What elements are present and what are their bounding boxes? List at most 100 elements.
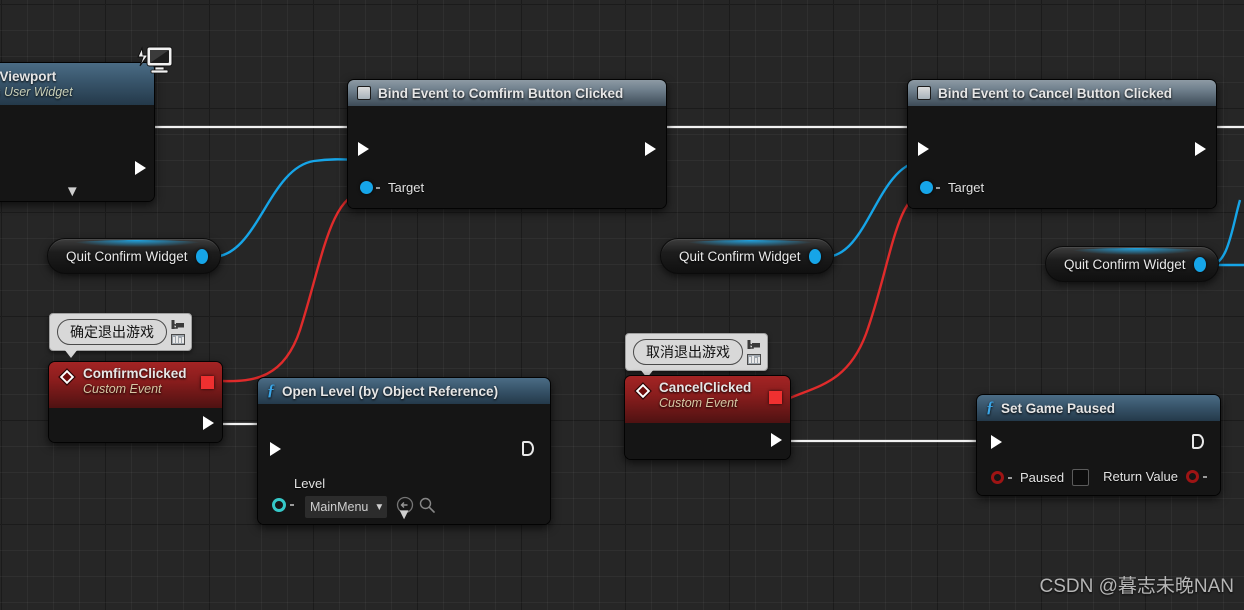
function-f-icon: ƒ: [267, 382, 275, 399]
variable-label: Quit Confirm Widget: [679, 248, 801, 264]
node-header: Bind Event to Cancel Button Clicked: [908, 80, 1216, 106]
node-set-game-paused[interactable]: ƒ Set Game Paused Paused Return Value: [976, 394, 1221, 496]
pin-target-in[interactable]: Target: [360, 180, 424, 195]
pin-exec-in[interactable]: [358, 142, 369, 156]
comment-bubble-icons[interactable]: [171, 319, 185, 345]
chevron-down-icon: ▼: [374, 501, 385, 513]
node-header: ƒ Open Level (by Object Reference): [258, 378, 550, 404]
pin-exec-out[interactable]: [645, 142, 656, 156]
pin-icon: [171, 320, 184, 329]
comment-bubble-icons[interactable]: [747, 339, 761, 365]
node-header: CancelClicked Custom Event: [625, 376, 790, 423]
node-bind-event-confirm[interactable]: Bind Event to Comfirm Button Clicked Tar…: [347, 79, 667, 209]
delegate-pin-icon[interactable]: [769, 391, 782, 404]
variable-label: Quit Confirm Widget: [1064, 256, 1186, 272]
node-add-to-viewport[interactable]: Add to Viewport Target is User Widget Ta…: [0, 62, 155, 202]
exec-arrow-icon: [270, 442, 281, 456]
object-reference-pin-icon: [272, 498, 286, 512]
node-title: Bind Event to Cancel Button Clicked: [938, 85, 1173, 101]
comment-bubble-cancel[interactable]: 取消退出游戏: [625, 333, 768, 378]
pin-nub: [376, 186, 380, 189]
bubble-tail: [64, 349, 78, 358]
object-pin-icon[interactable]: [195, 248, 208, 264]
pin-return-value-out[interactable]: Return Value: [1103, 469, 1207, 484]
pin-level-in[interactable]: [272, 498, 294, 512]
node-header: Add to Viewport Target is User Widget: [0, 63, 154, 105]
comment-text: 确定退出游戏: [57, 319, 167, 345]
exec-arrow-icon: [522, 441, 534, 456]
pin-exec-out[interactable]: [771, 433, 782, 447]
level-dropdown[interactable]: MainMenu ▼: [305, 496, 387, 518]
node-title: Open Level (by Object Reference): [282, 383, 499, 399]
node-title: Bind Event to Comfirm Button Clicked: [378, 85, 624, 101]
pin-level-label: Level: [294, 476, 326, 491]
pin-paused-in[interactable]: Paused: [991, 469, 1090, 486]
comment-toggle-icon: [171, 334, 185, 345]
blueprint-graph-canvas[interactable]: Add to Viewport Target is User Widget Ta…: [0, 0, 1244, 610]
object-pin-icon: [360, 181, 373, 194]
chevron-down-icon[interactable]: ▼: [65, 184, 80, 199]
node-subtitle: Custom Event: [83, 382, 162, 396]
pin-nub: [1203, 475, 1207, 478]
paused-checkbox[interactable]: [1072, 469, 1090, 486]
pin-exec-out[interactable]: [1195, 142, 1206, 156]
comment-text: 取消退出游戏: [633, 339, 743, 365]
boolean-pin-icon: [991, 471, 1004, 484]
boolean-pin-icon: [1186, 470, 1199, 483]
magnifier-icon[interactable]: [418, 496, 436, 514]
pin-exec-out[interactable]: [522, 441, 534, 456]
node-title: Add to Viewport: [0, 69, 57, 84]
pin-label: Return Value: [1103, 469, 1178, 484]
exec-arrow-icon: [203, 416, 214, 430]
pin-exec-in[interactable]: [918, 142, 929, 156]
node-variable-quit-confirm-widget-2[interactable]: Quit Confirm Widget: [660, 238, 834, 274]
watermark: CSDN @暮志未晚NAN: [1039, 576, 1234, 597]
pin-exec-in[interactable]: [270, 442, 281, 456]
pin-label: Paused: [1020, 470, 1065, 485]
pin-icon: [747, 340, 760, 349]
exec-arrow-icon: [135, 161, 146, 175]
bind-event-icon: [917, 86, 931, 100]
pin-target-in[interactable]: Target: [920, 180, 984, 195]
function-f-icon: ƒ: [986, 399, 994, 416]
exec-arrow-icon: [358, 142, 369, 156]
event-diamond-icon: [58, 368, 76, 386]
node-subtitle: Target is User Widget: [0, 85, 73, 99]
chevron-down-icon[interactable]: ▼: [397, 507, 412, 522]
pin-exec-out[interactable]: [1192, 434, 1204, 449]
node-title: ComfirmClicked: [83, 366, 187, 381]
exec-arrow-icon: [1195, 142, 1206, 156]
level-value: MainMenu: [310, 500, 369, 514]
pin-exec-out[interactable]: [135, 161, 146, 175]
comment-toggle-icon: [747, 354, 761, 365]
variable-label: Quit Confirm Widget: [66, 248, 188, 264]
object-pin-icon[interactable]: [808, 248, 821, 264]
node-variable-quit-confirm-widget-3[interactable]: Quit Confirm Widget: [1045, 246, 1219, 282]
node-variable-quit-confirm-widget-1[interactable]: Quit Confirm Widget: [47, 238, 221, 274]
pin-nub: [936, 186, 940, 189]
object-pin-icon: [920, 181, 933, 194]
pin-exec-in[interactable]: [991, 435, 1002, 449]
bind-event-icon: [357, 86, 371, 100]
node-custom-event-cancel-clicked[interactable]: CancelClicked Custom Event: [624, 375, 791, 460]
node-header: ƒ Set Game Paused: [977, 395, 1220, 421]
object-pin-icon[interactable]: [1193, 256, 1206, 272]
exec-arrow-icon: [991, 435, 1002, 449]
node-title: Set Game Paused: [1001, 400, 1116, 416]
node-bind-event-cancel[interactable]: Bind Event to Cancel Button Clicked Targ…: [907, 79, 1217, 209]
pin-nub: [1008, 476, 1012, 479]
exec-arrow-icon: [918, 142, 929, 156]
node-header: Bind Event to Comfirm Button Clicked: [348, 80, 666, 106]
delegate-pin-icon[interactable]: [201, 376, 214, 389]
exec-arrow-icon: [645, 142, 656, 156]
exec-arrow-icon: [1192, 434, 1204, 449]
pin-exec-out[interactable]: [203, 416, 214, 430]
comment-bubble-confirm[interactable]: 确定退出游戏: [49, 313, 192, 358]
monitor-icon: [134, 44, 174, 83]
node-header: ComfirmClicked Custom Event: [49, 362, 222, 408]
node-subtitle: Custom Event: [659, 396, 738, 410]
node-custom-event-confirm-clicked[interactable]: ComfirmClicked Custom Event: [48, 361, 223, 443]
node-open-level[interactable]: ƒ Open Level (by Object Reference) Level…: [257, 377, 551, 525]
event-diamond-icon: [634, 382, 652, 400]
pin-label: Target: [388, 180, 425, 195]
